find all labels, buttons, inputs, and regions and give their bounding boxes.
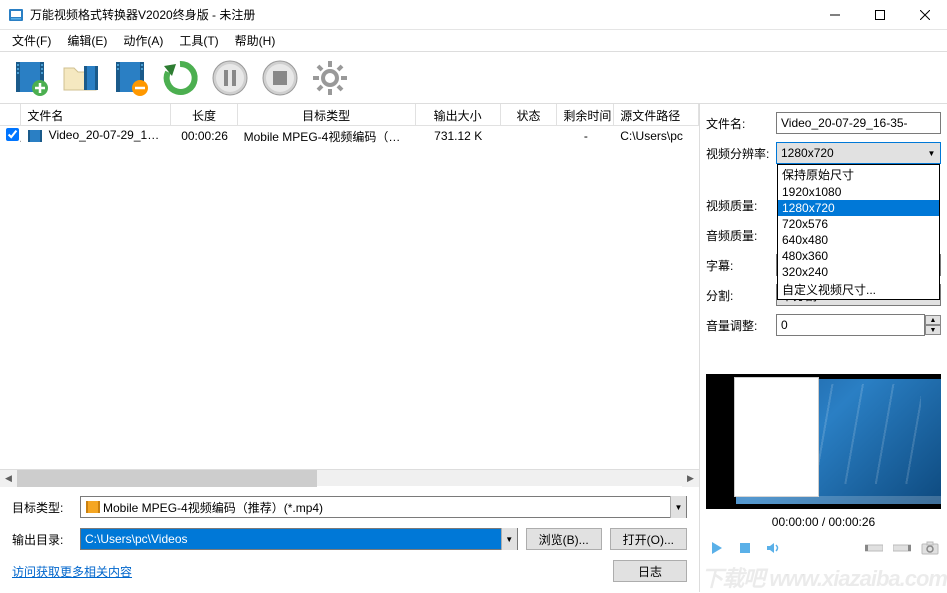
volume-button[interactable] (762, 537, 784, 559)
column-checkbox[interactable] (0, 104, 21, 125)
resolution-option[interactable]: 720x576 (778, 216, 939, 232)
toolbar (0, 52, 947, 104)
spinner-down-button[interactable]: ▼ (925, 325, 941, 335)
dropdown-arrow-icon: ▼ (670, 496, 686, 518)
clip-end-button[interactable] (891, 537, 913, 559)
output-dir-label: 输出目录: (12, 531, 72, 548)
cell-remaining: - (557, 127, 614, 145)
volume-spinner[interactable]: ▲ ▼ (925, 315, 941, 335)
target-type-label: 目标类型: (12, 499, 72, 516)
audio-quality-label: 音频质量: (706, 227, 776, 244)
stop-button[interactable] (258, 56, 302, 100)
properties-panel: 文件名: Video_20-07-29_16-35- 视频分辨率: 1280x7… (700, 104, 947, 592)
play-button[interactable] (706, 537, 728, 559)
add-folder-button[interactable] (58, 56, 102, 100)
cell-output-size: 731.12 K (416, 127, 501, 145)
column-length[interactable]: 长度 (171, 104, 237, 125)
scroll-left-arrow[interactable]: ◀ (0, 470, 17, 487)
resolution-option[interactable]: 640x480 (778, 232, 939, 248)
player-controls (706, 535, 941, 561)
video-preview (706, 374, 941, 509)
pause-button[interactable] (208, 56, 252, 100)
open-button[interactable]: 打开(O)... (610, 528, 687, 550)
subtitle-label: 字幕: (706, 257, 776, 274)
browse-button[interactable]: 浏览(B)... (526, 528, 602, 550)
dropdown-arrow-icon: ▼ (501, 528, 517, 550)
output-dir-text: C:\Users\pc\Videos (85, 532, 501, 546)
app-icon (8, 7, 24, 23)
maximize-button[interactable] (857, 0, 902, 30)
cell-status (501, 134, 558, 138)
minimize-button[interactable] (812, 0, 857, 30)
more-content-link[interactable]: 访问获取更多相关内容 (12, 565, 132, 579)
menu-edit[interactable]: 编辑(E) (59, 30, 115, 51)
cell-target: Mobile MPEG-4视频编码（推荐） (238, 126, 416, 147)
output-dir-combo[interactable]: C:\Users\pc\Videos ▼ (80, 528, 518, 550)
log-button[interactable]: 日志 (613, 560, 687, 582)
split-label: 分割: (706, 287, 776, 304)
horizontal-scrollbar[interactable]: ◀ ▶ (0, 469, 699, 486)
filename-label: 文件名: (706, 115, 776, 132)
column-output-size[interactable]: 输出大小 (416, 104, 501, 125)
menu-action[interactable]: 动作(A) (115, 30, 171, 51)
volume-input[interactable]: 0 (776, 314, 925, 336)
cell-length: 00:00:26 (171, 127, 237, 145)
clip-start-button[interactable] (863, 537, 885, 559)
add-file-button[interactable] (8, 56, 52, 100)
cell-filename: Video_20-07-29_16-35-... (21, 126, 171, 146)
resolution-option[interactable]: 自定义视频尺寸... (778, 280, 939, 299)
menu-tools[interactable]: 工具(T) (171, 30, 226, 51)
column-filename[interactable]: 文件名 (21, 104, 171, 125)
resolution-option[interactable]: 1280x720 (778, 200, 939, 216)
video-file-icon (27, 128, 43, 144)
menu-help[interactable]: 帮助(H) (227, 30, 284, 51)
stop-playback-button[interactable] (734, 537, 756, 559)
close-button[interactable] (902, 0, 947, 30)
column-target[interactable]: 目标类型 (238, 104, 416, 125)
menu-bar: 文件(F) 编辑(E) 动作(A) 工具(T) 帮助(H) (0, 30, 947, 52)
target-type-text: Mobile MPEG-4视频编码（推荐）(*.mp4) (103, 499, 670, 516)
filename-input[interactable]: Video_20-07-29_16-35- (776, 112, 941, 134)
column-source-path[interactable]: 源文件路径 (614, 104, 699, 125)
resolution-option[interactable]: 320x240 (778, 264, 939, 280)
volume-label: 音量调整: (706, 317, 776, 334)
table-row[interactable]: Video_20-07-29_16-35-... 00:00:26 Mobile… (0, 126, 699, 146)
scroll-right-arrow[interactable]: ▶ (682, 470, 699, 487)
remove-file-button[interactable] (108, 56, 152, 100)
target-type-combo[interactable]: Mobile MPEG-4视频编码（推荐）(*.mp4) ▼ (80, 496, 687, 518)
spinner-up-button[interactable]: ▲ (925, 315, 941, 325)
format-icon (85, 499, 101, 515)
scroll-thumb[interactable] (17, 470, 317, 487)
column-remaining[interactable]: 剩余时间 (557, 104, 614, 125)
convert-button[interactable] (158, 56, 202, 100)
resolution-label: 视频分辨率: (706, 145, 776, 162)
dropdown-arrow-icon: ▼ (923, 143, 940, 163)
resolution-combo[interactable]: 1280x720 ▼ 保持原始尺寸 1920x1080 1280x720 720… (776, 142, 941, 164)
video-quality-label: 视频质量: (706, 197, 776, 214)
snapshot-button[interactable] (919, 537, 941, 559)
settings-button[interactable] (308, 56, 352, 100)
menu-file[interactable]: 文件(F) (4, 30, 59, 51)
file-table: 文件名 长度 目标类型 输出大小 状态 剩余时间 源文件路径 Video_20-… (0, 104, 699, 469)
playback-time: 00:00:00 / 00:00:26 (706, 515, 941, 529)
column-status[interactable]: 状态 (501, 104, 558, 125)
resolution-option[interactable]: 480x360 (778, 248, 939, 264)
cell-source-path: C:\Users\pc (614, 127, 699, 145)
resolution-option[interactable]: 1920x1080 (778, 184, 939, 200)
resolution-option[interactable]: 保持原始尺寸 (778, 165, 939, 184)
title-bar: 万能视频格式转换器V2020终身版 - 未注册 (0, 0, 947, 30)
resolution-dropdown: 保持原始尺寸 1920x1080 1280x720 720x576 640x48… (777, 164, 940, 300)
window-title: 万能视频格式转换器V2020终身版 - 未注册 (30, 6, 812, 23)
row-checkbox[interactable] (6, 128, 19, 141)
